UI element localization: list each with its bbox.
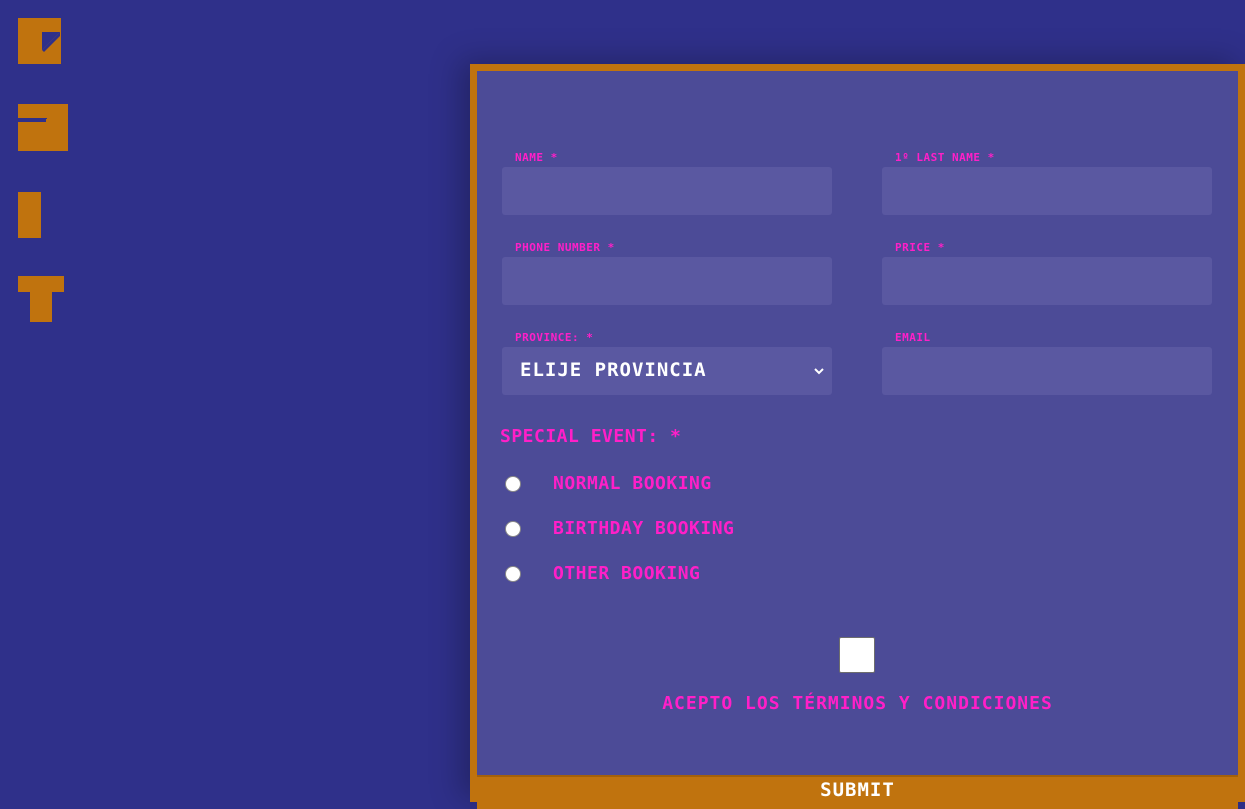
side-letter-d: D (18, 104, 70, 152)
radio-button[interactable] (505, 476, 521, 492)
name-label: Name * (515, 151, 558, 164)
province-label: Province: * (515, 331, 594, 344)
last-name-input[interactable] (882, 167, 1212, 215)
radio-option-other[interactable]: Other Booking (505, 563, 805, 587)
province-select[interactable]: Elije provincia (502, 347, 832, 395)
phone-label: Phone Number * (515, 241, 615, 254)
radio-label: Other Booking (553, 563, 701, 584)
submit-button[interactable]: Submit (477, 775, 1238, 809)
price-input[interactable] (882, 257, 1212, 305)
booking-form-panel: Name * 1º Last Name * Phone Number * Pri… (470, 64, 1245, 809)
name-input[interactable] (502, 167, 832, 215)
special-event-title: Special Event: * (500, 426, 682, 447)
terms-label: Acepto los términos y condiciones (662, 693, 1053, 714)
radio-option-birthday[interactable]: Birthday Booking (505, 518, 805, 542)
radio-option-normal[interactable]: Normal Booking (505, 473, 805, 497)
radio-button[interactable] (505, 521, 521, 537)
province-selected-value: Elije provincia (520, 359, 707, 381)
phone-input[interactable] (502, 257, 832, 305)
email-input[interactable] (882, 347, 1212, 395)
radio-button[interactable] (505, 566, 521, 582)
side-letter-t: T (18, 276, 70, 324)
radio-label: Normal Booking (553, 473, 712, 494)
terms-checkbox[interactable] (839, 637, 875, 673)
side-letter-i: I (18, 192, 70, 240)
email-label: Email (895, 331, 931, 344)
last-name-label: 1º Last Name * (895, 151, 995, 164)
radio-label: Birthday Booking (553, 518, 735, 539)
price-label: Price * (895, 241, 945, 254)
chevron-down-icon (814, 368, 824, 375)
side-letter-e: E (18, 18, 70, 66)
